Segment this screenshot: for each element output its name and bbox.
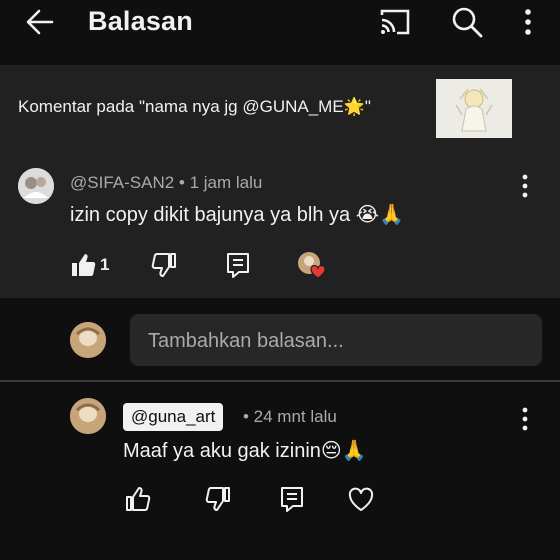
dislike-icon[interactable] bbox=[204, 484, 234, 514]
search-icon[interactable] bbox=[450, 5, 484, 39]
reply-icon[interactable] bbox=[224, 250, 252, 280]
avatar[interactable] bbox=[70, 398, 106, 434]
video-thumbnail[interactable] bbox=[436, 79, 512, 138]
like-count: 1 bbox=[100, 255, 110, 274]
divider bbox=[0, 380, 560, 382]
original-post-title: Komentar pada "nama nya jg @GUNA_ME🌟" bbox=[18, 97, 371, 116]
creator-heart-icon bbox=[296, 250, 328, 280]
more-vert-icon[interactable] bbox=[518, 406, 532, 432]
creator-handle-badge[interactable]: @guna_art bbox=[123, 403, 224, 431]
reply-icon[interactable] bbox=[278, 484, 306, 514]
like-icon[interactable] bbox=[122, 484, 152, 514]
back-arrow-icon[interactable] bbox=[24, 6, 56, 38]
avatar bbox=[70, 322, 106, 358]
page-title: Balasan bbox=[88, 6, 193, 36]
comment-text: izin copy dikit bajunya ya blh ya 😭🙏 bbox=[70, 204, 404, 226]
avatar[interactable] bbox=[18, 168, 54, 204]
like-filled-icon[interactable] bbox=[68, 250, 98, 280]
reply-timestamp: • 24 mnt lalu bbox=[243, 407, 337, 426]
dislike-icon[interactable] bbox=[150, 250, 180, 280]
comment-author-meta: @SIFA-SAN2 • 1 jam lalu bbox=[70, 173, 263, 192]
add-reply-placeholder: Tambahkan balasan... bbox=[148, 330, 344, 352]
more-vert-icon[interactable] bbox=[518, 173, 532, 199]
cast-icon[interactable] bbox=[378, 7, 412, 37]
heart-icon[interactable] bbox=[346, 484, 376, 514]
more-vert-icon[interactable] bbox=[518, 7, 538, 37]
reply-text: Maaf ya aku gak izinin😔🙏 bbox=[123, 440, 367, 462]
